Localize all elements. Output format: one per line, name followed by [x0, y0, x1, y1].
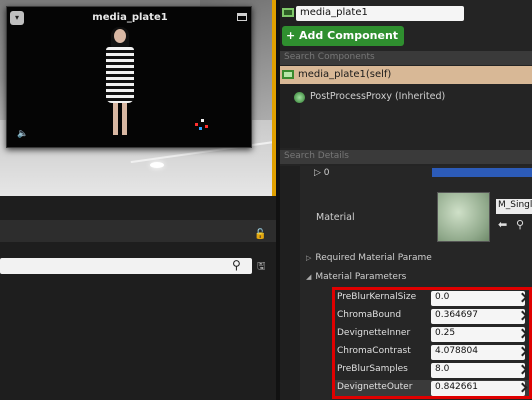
- actor-component-icon: [282, 70, 294, 79]
- component-label: PostProcessProxy (Inherited): [310, 91, 446, 102]
- level-viewport[interactable]: ▾ media_plate1 🔈: [0, 0, 290, 196]
- material-params-row[interactable]: ◢ Material Parameters: [306, 272, 406, 282]
- search-components-input[interactable]: Search Components: [280, 51, 532, 65]
- search-details-input[interactable]: Search Details: [280, 150, 532, 164]
- add-component-button[interactable]: + Add Component ▾: [282, 26, 404, 62]
- media-preview-window[interactable]: ▾ media_plate1 🔈: [6, 6, 252, 148]
- actor-name-field[interactable]: media_plate1: [296, 6, 464, 21]
- postprocess-icon: [294, 92, 305, 103]
- component-label: media_plate1(self): [298, 69, 392, 80]
- browse-search-icon[interactable]: ⚲: [516, 218, 524, 231]
- actor-icon: [282, 8, 294, 17]
- details-gutter: [280, 166, 300, 400]
- lower-left-panel: 🔓 ⚲ 🖫: [0, 196, 276, 400]
- viewport-light-spot: [150, 162, 164, 168]
- array-element-value-bar: [432, 168, 532, 177]
- material-thumbnail[interactable]: [437, 192, 490, 242]
- material-asset-field[interactable]: M_Singl: [496, 199, 532, 214]
- use-selected-arrow-icon[interactable]: ⬅: [498, 218, 507, 231]
- save-icon[interactable]: 🖫: [257, 259, 266, 276]
- maximize-icon[interactable]: [237, 13, 247, 21]
- search-icon[interactable]: ⚲: [232, 258, 241, 272]
- highlight-annotation-box: [332, 287, 532, 399]
- details-panel: media_plate1 + Add Component ▾ Search Co…: [280, 0, 532, 400]
- panel-tab-bar: [0, 220, 276, 242]
- search-input[interactable]: [0, 258, 252, 274]
- array-element-row[interactable]: ▷ 0: [314, 168, 330, 178]
- expand-arrow-icon[interactable]: ▷: [306, 254, 311, 262]
- required-material-params-row[interactable]: ▷ Required Material Parame: [306, 253, 432, 263]
- required-params-label: Required Material Parame: [315, 253, 432, 263]
- preview-title: media_plate1: [92, 12, 168, 23]
- material-params-label: Material Parameters: [315, 272, 407, 282]
- collapse-arrow-icon[interactable]: ◢: [306, 273, 311, 281]
- transform-gizmo-icon[interactable]: [193, 117, 211, 131]
- lock-icon[interactable]: 🔓: [254, 229, 266, 240]
- video-subject: [103, 27, 137, 139]
- material-label: Material: [316, 212, 355, 223]
- speaker-icon[interactable]: 🔈: [17, 129, 28, 139]
- component-item-self[interactable]: media_plate1(self): [280, 66, 532, 84]
